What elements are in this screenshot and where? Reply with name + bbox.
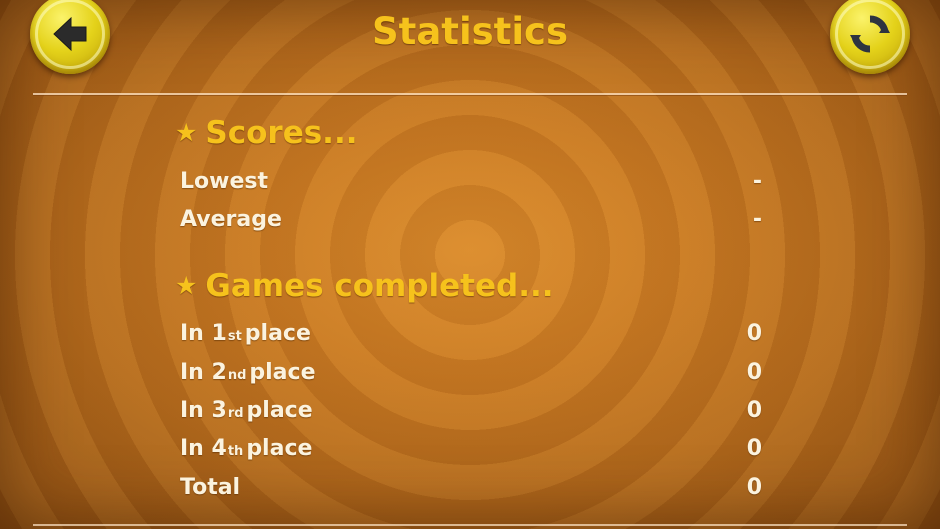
games-completed-heading: ★ Games completed...: [175, 268, 554, 304]
stat-label: In 4th place: [180, 435, 313, 461]
stat-label: Lowest: [180, 168, 268, 194]
stat-value: -: [752, 206, 762, 232]
page-title: Statistics: [371, 10, 569, 53]
stat-value: 0: [746, 435, 762, 461]
statistics-screen: Statistics ★ Scores... Lowest - Average -…: [0, 0, 940, 529]
stat-value: 0: [746, 320, 762, 346]
stat-row-3rd-place: In 3rd place 0: [180, 393, 762, 427]
stat-row-total: Total 0: [180, 470, 762, 504]
stat-row-4th-place: In 4th place 0: [180, 431, 762, 465]
scores-heading: ★ Scores...: [175, 115, 358, 151]
refresh-button[interactable]: [830, 0, 910, 74]
scores-heading-label: Scores...: [205, 115, 358, 151]
stat-row-lowest: Lowest -: [180, 164, 762, 198]
header-divider: [33, 93, 907, 95]
star-icon: ★: [175, 271, 198, 300]
stat-value: 0: [746, 359, 762, 385]
stat-label: Total: [180, 474, 241, 500]
stat-row-average: Average -: [180, 202, 762, 236]
stat-label: In 3rd place: [180, 397, 313, 423]
stat-value: 0: [746, 474, 762, 500]
stat-label: In 1st place: [180, 320, 311, 346]
footer-divider: [33, 524, 907, 526]
refresh-icon: [850, 15, 890, 53]
star-icon: ★: [175, 118, 198, 147]
stat-row-2nd-place: In 2nd place 0: [180, 355, 762, 389]
stat-label: Average: [180, 206, 282, 232]
stat-value: 0: [746, 397, 762, 423]
stat-value: -: [752, 168, 762, 194]
stat-row-1st-place: In 1st place 0: [180, 316, 762, 350]
games-heading-label: Games completed...: [205, 268, 554, 304]
stat-label: In 2nd place: [180, 359, 316, 385]
